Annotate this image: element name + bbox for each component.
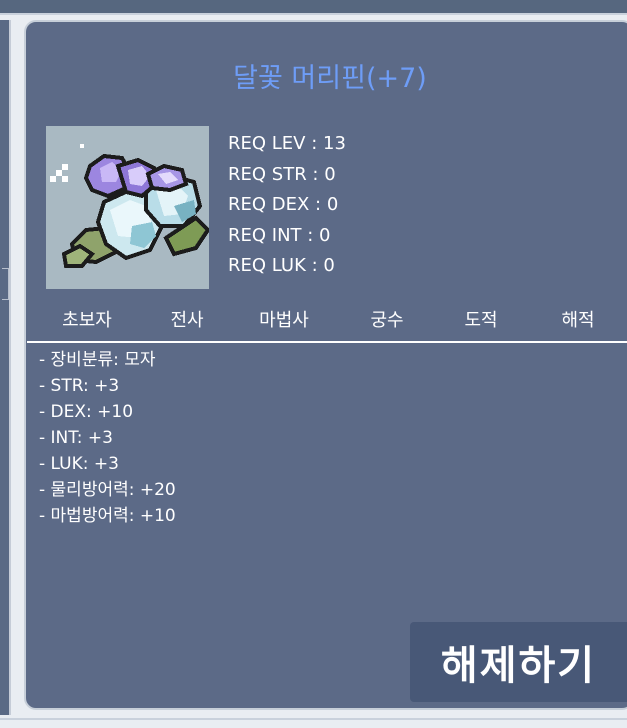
stat-category: - 장비분류: 모자 <box>39 350 156 370</box>
class-thief: 도적 <box>464 310 498 331</box>
req-level: REQ LEV : 13 <box>228 133 346 154</box>
bottom-divider <box>0 718 627 720</box>
unequip-button[interactable]: 해제하기 <box>410 622 627 702</box>
item-icon-frame <box>46 126 209 289</box>
class-bowman: 궁수 <box>370 310 404 331</box>
left-panel-notch <box>2 268 9 300</box>
req-str: REQ STR : 0 <box>228 163 336 185</box>
top-bar <box>0 0 627 13</box>
stat-str: - STR: +3 <box>39 376 120 396</box>
class-warrior: 전사 <box>170 310 204 331</box>
stat-dex: - DEX: +10 <box>39 402 134 422</box>
class-beginner: 초보자 <box>62 310 112 331</box>
req-luk: REQ LUK : 0 <box>228 255 335 276</box>
item-name: 달꽃 머리핀(+7) <box>233 63 427 94</box>
stat-luk: - LUK: +3 <box>39 454 119 474</box>
class-divider <box>27 341 627 343</box>
stat-int: - INT: +3 <box>39 428 113 448</box>
req-int: REQ INT : 0 <box>228 224 331 246</box>
stat-magic-defense: - 마법방어력: +10 <box>39 506 176 526</box>
job-class-list: 초보자 전사 마법사 궁수 도적 해적 <box>27 304 627 338</box>
class-magician: 마법사 <box>259 310 309 331</box>
req-dex: REQ DEX : 0 <box>228 194 339 215</box>
class-pirate: 해적 <box>561 310 595 331</box>
requirements-list: REQ LEV : 13 REQ STR : 0 REQ DEX : 0 REQ… <box>228 129 346 282</box>
left-panel-edge <box>0 20 11 715</box>
top-divider <box>0 13 627 15</box>
stat-physical-defense: - 물리방어력: +20 <box>39 480 176 500</box>
moonflower-hairpin-icon <box>50 144 209 268</box>
item-stats-list: - 장비분류: 모자 - STR: +3 - DEX: +10 - INT: +… <box>39 347 176 529</box>
